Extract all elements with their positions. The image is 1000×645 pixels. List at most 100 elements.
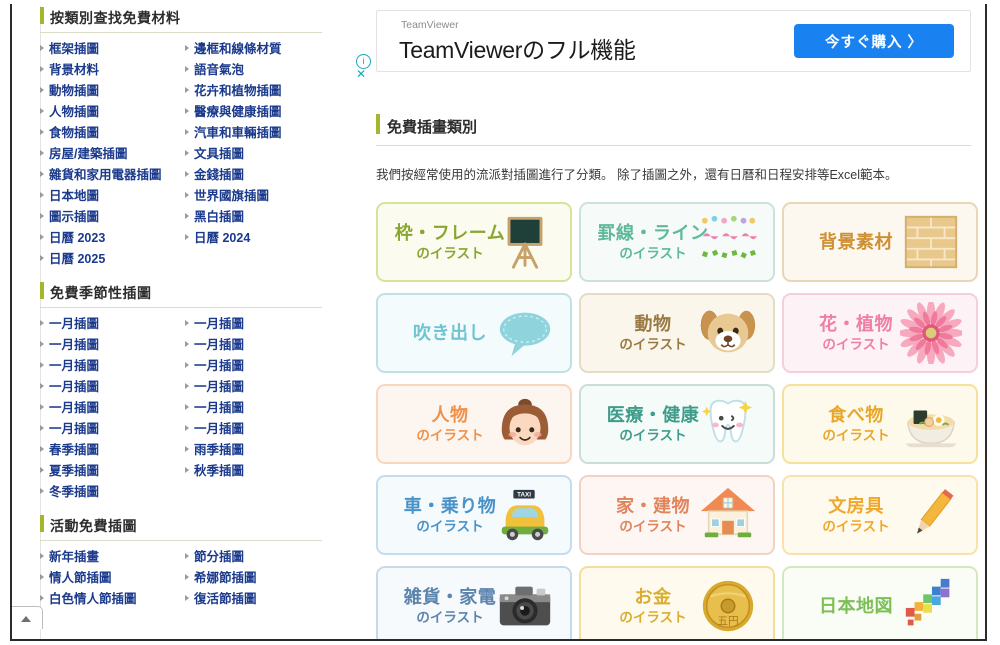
bullet-triangle-icon xyxy=(185,574,189,580)
sidebar-link[interactable]: 世界國旗插圖 xyxy=(185,186,330,207)
category-card[interactable]: 背景素材 xyxy=(782,202,978,282)
sidebar-link[interactable]: 文具插圖 xyxy=(185,144,330,165)
category-card[interactable]: 罫線・ライン のイラスト xyxy=(579,202,775,282)
sidebar-link-label: 一月插圖 xyxy=(194,338,245,352)
sidebar-link[interactable]: 節分插圖 xyxy=(185,547,330,568)
sidebar-link[interactable]: 圖示插圖 xyxy=(40,207,185,228)
sidebar-link[interactable]: 一月插圖 xyxy=(185,356,330,377)
svg-text:TAXI: TAXI xyxy=(517,492,531,499)
category-card-subtitle: のイラスト xyxy=(416,518,484,534)
sidebar-link[interactable]: 花卉和植物插圖 xyxy=(185,81,330,102)
bullet-triangle-icon xyxy=(40,553,44,559)
sidebar-link[interactable]: 雨季插圖 xyxy=(185,440,330,461)
sidebar-link[interactable]: 冬季插圖 xyxy=(40,482,185,503)
sidebar-link[interactable]: 金錢插圖 xyxy=(185,165,330,186)
category-card[interactable]: お金 のイラスト 五円 xyxy=(579,566,775,639)
category-card-text: 文房具 のイラスト xyxy=(784,496,914,533)
sidebar-link[interactable]: 一月插圖 xyxy=(40,377,185,398)
scroll-up-arrow-button[interactable] xyxy=(12,606,43,629)
sidebar-link[interactable]: 房屋/建築插圖 xyxy=(40,144,185,165)
category-card[interactable]: 家・建物 のイラスト xyxy=(579,475,775,555)
category-card[interactable]: 車・乗り物 のイラスト TAXI xyxy=(376,475,572,555)
sidebar-link[interactable]: 日曆 2025 xyxy=(40,249,185,270)
sidebar-link[interactable]: 情人節插圖 xyxy=(40,568,185,589)
sidebar-link[interactable]: 新年插畫 xyxy=(40,547,185,568)
sidebar-link[interactable]: 黑白插圖 xyxy=(185,207,330,228)
category-card-title: 枠・フレーム xyxy=(394,223,506,244)
sidebar-link[interactable]: 日曆 2024 xyxy=(185,228,330,249)
sidebar-link-grid: 新年插畫 節分插圖情人節插圖 希娜節插圖 白色情人節插圖 復活節插圖 xyxy=(40,547,330,610)
ad-headline: TeamViewerのフル機能 xyxy=(399,37,636,63)
sidebar-link[interactable]: 雜貨和家用電器插圖 xyxy=(40,165,185,186)
sidebar-link-label: 文具插圖 xyxy=(194,147,245,161)
sidebar-link[interactable]: 醫療與健康插圖 xyxy=(185,102,330,123)
sidebar-link[interactable]: 一月插圖 xyxy=(40,419,185,440)
ad-close-icon[interactable]: ✕ xyxy=(356,68,366,80)
bullet-triangle-icon xyxy=(40,192,44,198)
sidebar-link[interactable]: 食物插圖 xyxy=(40,123,185,144)
sidebar-link[interactable]: 一月插圖 xyxy=(40,314,185,335)
bullet-triangle-icon xyxy=(40,404,44,410)
sidebar-link[interactable]: 日曆 2023 xyxy=(40,228,185,249)
sidebar-link[interactable]: 一月插圖 xyxy=(40,356,185,377)
category-card[interactable]: 人物 のイラスト xyxy=(376,384,572,464)
sidebar-link[interactable]: 秋季插圖 xyxy=(185,461,330,482)
sidebar-link[interactable]: 人物插圖 xyxy=(40,102,185,123)
sidebar: 按類別查找免費材料 框架插圖 邊框和線條材質 背景材料 語音氣泡 動物插圖 花卉和植物插圖人… xyxy=(26,6,336,639)
sidebar-link[interactable]: 一月插圖 xyxy=(185,398,330,419)
bullet-triangle-icon xyxy=(40,467,44,473)
sidebar-link-label: 復活節插圖 xyxy=(194,592,257,606)
sidebar-link[interactable]: 邊框和線條材質 xyxy=(185,39,330,60)
sidebar-link[interactable]: 汽車和車輛插圖 xyxy=(185,123,330,144)
sidebar-link[interactable]: 一月插圖 xyxy=(40,398,185,419)
sidebar-link[interactable]: 日本地圖 xyxy=(40,186,185,207)
sidebar-link[interactable]: 復活節插圖 xyxy=(185,589,330,610)
sidebar-link[interactable]: 一月插圖 xyxy=(185,377,330,398)
sidebar-link-label: 日曆 2023 xyxy=(49,231,106,245)
sidebar-link[interactable]: 框架插圖 xyxy=(40,39,185,60)
category-card-text: 花・植物 のイラスト xyxy=(784,314,914,351)
page-title: 免費插畫類別 xyxy=(376,114,971,146)
category-card[interactable]: 雑貨・家電 のイラスト xyxy=(376,566,572,639)
page-content: 按類別查找免費材料 框架插圖 邊框和線條材質 背景材料 語音氣泡 動物插圖 花卉和植物插圖人… xyxy=(12,6,985,639)
category-card[interactable]: 花・植物 のイラスト xyxy=(782,293,978,373)
sidebar-link[interactable]: 一月插圖 xyxy=(185,419,330,440)
category-card[interactable]: 日本地図 xyxy=(782,566,978,639)
sidebar-link-label: 情人節插圖 xyxy=(49,571,112,585)
ad-cta-button[interactable]: 今すぐ購入 〉 xyxy=(794,24,954,58)
category-card[interactable]: 文房具 のイラスト xyxy=(782,475,978,555)
sidebar-link[interactable]: 一月插圖 xyxy=(185,335,330,356)
sidebar-link[interactable]: 一月插圖 xyxy=(185,314,330,335)
sidebar-link[interactable]: 背景材料 xyxy=(40,60,185,81)
category-card[interactable]: 動物 のイラスト xyxy=(579,293,775,373)
category-card[interactable]: 吹き出し xyxy=(376,293,572,373)
caret-up-icon xyxy=(21,616,31,622)
category-card-subtitle: のイラスト xyxy=(619,518,687,534)
bullet-triangle-icon xyxy=(185,446,189,452)
sidebar-section: 按類別查找免費材料 框架插圖 邊框和線條材質 背景材料 語音氣泡 動物插圖 花卉和植物插圖人… xyxy=(26,6,336,270)
category-card-text: 人物 のイラスト xyxy=(378,405,508,442)
sidebar-link-label: 新年插畫 xyxy=(49,550,100,564)
sidebar-section: 免費季節性插圖 一月插圖 一月插圖 一月插圖 一月插圖 一月插圖 一月插圖 一月插圖 一月插圖一… xyxy=(26,281,336,503)
category-card[interactable]: 食べ物 のイラスト xyxy=(782,384,978,464)
sidebar-link[interactable]: 一月插圖 xyxy=(40,335,185,356)
sidebar-link-label: 一月插圖 xyxy=(49,380,100,394)
ad-brand-label: TeamViewer xyxy=(401,19,459,31)
sidebar-link[interactable]: 希娜節插圖 xyxy=(185,568,330,589)
sidebar-link-label: 房屋/建築插圖 xyxy=(49,147,128,161)
sidebar-link[interactable]: 春季插圖 xyxy=(40,440,185,461)
sidebar-link[interactable]: 語音氣泡 xyxy=(185,60,330,81)
sidebar-link[interactable]: 夏季插圖 xyxy=(40,461,185,482)
category-card-grid: 枠・フレーム のイラスト 罫線・ライン のイラスト 背景素材 吹き出し 動物 の… xyxy=(376,202,985,639)
page-description: 我們按經常使用的流派對插圖進行了分類。 除了插圖之外，還有日曆和日程安排等Exc… xyxy=(376,168,898,182)
bullet-triangle-icon xyxy=(40,45,44,51)
category-card[interactable]: 医療・健康 のイラスト xyxy=(579,384,775,464)
bullet-triangle-icon xyxy=(40,341,44,347)
bullet-triangle-icon xyxy=(185,192,189,198)
sidebar-section-heading: 活動免費插圖 xyxy=(40,514,322,541)
sidebar-link[interactable]: 動物插圖 xyxy=(40,81,185,102)
category-card[interactable]: 枠・フレーム のイラスト xyxy=(376,202,572,282)
category-card-title: 家・建物 xyxy=(616,496,690,517)
advertisement-banner[interactable]: TeamViewer TeamViewerのフル機能 今すぐ購入 〉 xyxy=(376,10,971,72)
sidebar-link[interactable]: 白色情人節插圖 xyxy=(40,589,185,610)
